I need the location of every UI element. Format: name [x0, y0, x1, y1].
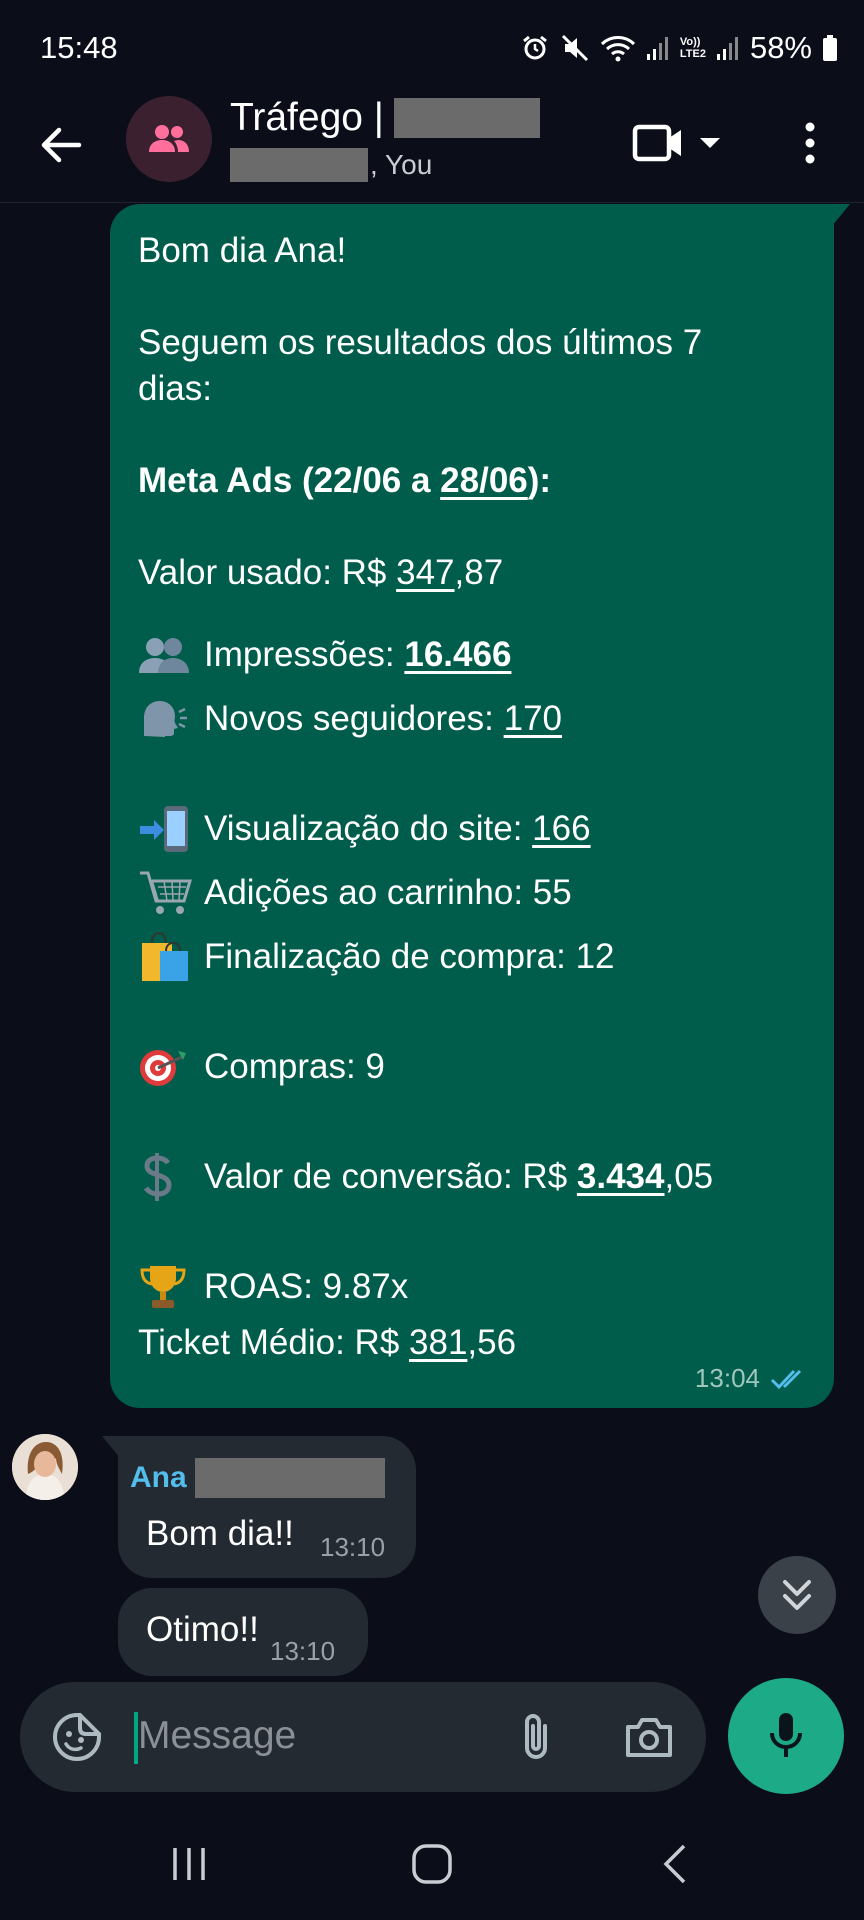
intro-line: Seguem os resultados dos últimos 7 [138, 323, 703, 362]
avatar[interactable] [12, 1434, 78, 1500]
chevron-down-icon [700, 138, 720, 148]
number-link[interactable]: 166 [532, 806, 590, 852]
chat-header: Tráfego | , You [0, 96, 864, 203]
intro-line-2: dias: [138, 369, 212, 408]
signal-icon-2 [716, 34, 740, 62]
video-call-button[interactable] [632, 116, 732, 170]
double-chevron-down-icon [783, 1580, 811, 1610]
message-composer [20, 1682, 706, 1792]
more-options-button[interactable] [790, 112, 830, 174]
signal-icon [646, 34, 670, 62]
message-input[interactable] [138, 1706, 498, 1766]
meta-ads-heading: Meta Ads (22/06 a 28/06): [138, 458, 806, 504]
microphone-icon [770, 1713, 802, 1757]
number-link[interactable]: 347 [396, 550, 454, 596]
read-receipt-icon [770, 1367, 808, 1391]
speaking-head-icon [138, 696, 194, 742]
message-text: Bom dia!! [146, 1514, 294, 1553]
greeting-line: Bom dia Ana! [138, 231, 347, 270]
bubble-tail [102, 1436, 120, 1458]
conversion-line: Valor de conversão: R$ 3.434,05 [138, 1153, 806, 1201]
spent-line: Valor usado: R$ 347,87 [138, 550, 806, 596]
message-text: Otimo!! [146, 1610, 259, 1649]
status-icons: Vo)) LTE2 58% [520, 28, 838, 68]
shopping-bags-icon [138, 931, 194, 981]
scroll-to-bottom-button[interactable] [758, 1556, 836, 1634]
group-icon [149, 125, 189, 152]
redacted-block [230, 148, 368, 182]
message-time: 13:04 [694, 1363, 760, 1393]
alarm-icon [520, 33, 550, 63]
message-time: 13:10 [270, 1636, 336, 1666]
back-nav-button[interactable] [640, 1836, 710, 1892]
message-text: Bom dia Ana! Seguem os resultados dos úl… [138, 228, 806, 1366]
video-camera-icon [632, 124, 681, 162]
number-link[interactable]: 16.466 [404, 632, 511, 678]
arrow-left-icon [41, 127, 82, 163]
system-nav-bar [0, 1808, 864, 1920]
sender-name[interactable]: Ana [130, 1458, 385, 1498]
message-meta: 13:04 [695, 1363, 808, 1394]
chat-title-text: Tráfego | [230, 96, 384, 139]
chat-participants: , You [230, 148, 540, 182]
message-time: 13:10 [320, 1532, 386, 1562]
more-vertical-icon [805, 122, 815, 164]
battery-percent: 58% [749, 30, 812, 65]
camera-button[interactable] [620, 1710, 678, 1764]
followers-line: Novos seguidores: 170 [138, 696, 806, 742]
outgoing-message[interactable]: Bom dia Ana! Seguem os resultados dos úl… [110, 204, 850, 1408]
redacted-block [393, 98, 540, 138]
camera-icon [626, 1718, 672, 1757]
trophy-icon [138, 1264, 194, 1310]
home-icon [412, 1844, 452, 1884]
redacted-block [194, 1458, 385, 1498]
cart-adds-line: Adições ao carrinho: 55 [138, 870, 806, 916]
chat-title: Tráfego | [230, 96, 540, 140]
checkouts-line: Finalização de compra: 12 [138, 931, 806, 981]
ticket-line: Ticket Médio: R$ 381,56 [138, 1320, 806, 1366]
battery-icon [822, 34, 838, 62]
sender-name-text: Ana [130, 1461, 187, 1494]
target-icon [138, 1044, 194, 1090]
participants-text: , You [370, 149, 433, 180]
chevron-left-icon [663, 1844, 686, 1884]
site-views-line: Visualização do site: 166 [138, 806, 806, 852]
purchases-line: Compras: 9 [138, 1044, 806, 1090]
mute-icon [560, 33, 590, 63]
status-time: 15:48 [40, 30, 118, 65]
number-link[interactable]: 170 [504, 696, 562, 742]
sticker-icon [53, 1713, 101, 1761]
people-icon [138, 632, 194, 678]
incoming-message[interactable]: Otimo!! 13:10 [118, 1588, 368, 1676]
recent-apps-button[interactable] [154, 1836, 224, 1892]
date-link[interactable]: 28/06 [440, 458, 528, 504]
recent-apps-icon [173, 1848, 205, 1880]
mobile-arrow-icon [138, 806, 194, 852]
paperclip-icon [525, 1714, 547, 1759]
wifi-icon [600, 33, 636, 63]
back-button[interactable] [30, 114, 92, 176]
status-bar: 15:48 Vo)) LTE2 58% [0, 0, 864, 96]
volte-icon: Vo)) LTE2 [679, 36, 706, 60]
emoji-sticker-button[interactable] [50, 1710, 104, 1764]
number-link[interactable]: 381 [409, 1320, 467, 1366]
shopping-cart-icon [138, 870, 194, 916]
home-button[interactable] [397, 1836, 467, 1892]
number-link[interactable]: 3.434 [577, 1154, 665, 1200]
bubble-tail [832, 204, 850, 226]
attach-button[interactable] [508, 1708, 564, 1766]
impressions-line: Impressões: 16.466 [138, 632, 806, 678]
voice-message-button[interactable] [728, 1678, 844, 1794]
roas-line: ROAS: 9.87x [138, 1264, 806, 1310]
chat-info[interactable]: Tráfego | , You [230, 96, 540, 182]
group-avatar[interactable] [126, 96, 212, 182]
dollar-icon [138, 1153, 194, 1201]
incoming-message[interactable]: Ana Bom dia!! 13:10 [102, 1436, 416, 1578]
